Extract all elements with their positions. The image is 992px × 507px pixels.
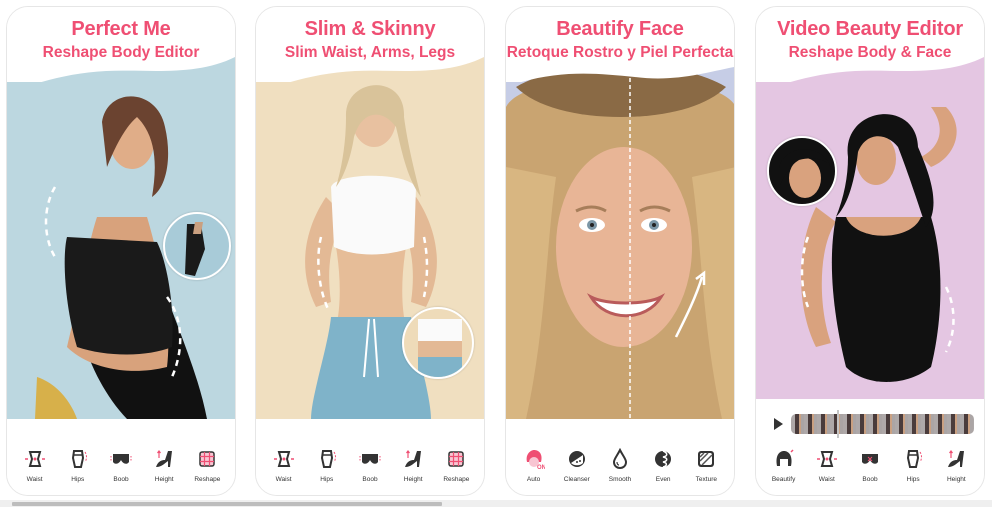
tool-label: Boob bbox=[113, 476, 129, 483]
card-header: Perfect Me Reshape Body Editor bbox=[7, 7, 235, 77]
reshape-grid-icon bbox=[196, 448, 218, 470]
waist-icon bbox=[24, 448, 46, 470]
card-title: Video Beauty Editor bbox=[777, 18, 963, 40]
screenshot-gallery: Perfect Me Reshape Body Editor Waist Hip… bbox=[0, 0, 992, 500]
card-header: Beautify Face Retoque Rostro y Piel Perf… bbox=[506, 7, 734, 77]
tool-height[interactable]: Height bbox=[143, 448, 185, 483]
beautify-face-icon bbox=[773, 448, 795, 470]
scrollbar-thumb[interactable] bbox=[12, 502, 442, 506]
tool-label: Hips bbox=[320, 476, 334, 483]
tool-label: Hips bbox=[906, 476, 920, 483]
tool-label: Texture bbox=[695, 476, 717, 483]
tool-label: Beautify bbox=[771, 476, 796, 483]
even-tone-icon bbox=[652, 448, 674, 470]
tool-label: Even bbox=[655, 476, 671, 483]
boob-icon bbox=[859, 448, 881, 470]
card-title: Perfect Me bbox=[71, 18, 171, 40]
tool-smooth[interactable]: Smooth bbox=[599, 448, 641, 483]
tool-label: Height bbox=[154, 476, 174, 483]
tool-boob[interactable]: Boob bbox=[349, 448, 391, 483]
hips-icon bbox=[902, 448, 924, 470]
before-after-inset bbox=[163, 212, 231, 280]
tool-bar: Waist Hips Boob Height Reshape bbox=[256, 419, 484, 495]
hips-icon bbox=[67, 448, 89, 470]
video-timeline[interactable] bbox=[774, 410, 974, 438]
tool-label: Boob bbox=[862, 476, 878, 483]
tool-label: Reshape bbox=[194, 476, 221, 483]
tool-boob[interactable]: Boob bbox=[100, 448, 142, 483]
tool-hips[interactable]: Hips bbox=[892, 448, 934, 483]
tool-bar: Waist Hips Boob Height Reshape bbox=[7, 419, 235, 495]
card-subtitle: Slim Waist, Arms, Legs bbox=[284, 44, 456, 61]
boob-icon bbox=[359, 448, 381, 470]
tool-label: Waist bbox=[26, 476, 43, 483]
card-subtitle: Retoque Rostro y Piel Perfecta bbox=[506, 44, 734, 61]
height-heel-icon bbox=[945, 448, 967, 470]
tool-label: Cleanser bbox=[563, 476, 590, 483]
card-title: Beautify Face bbox=[556, 18, 684, 40]
boob-icon bbox=[110, 448, 132, 470]
tool-label: Height bbox=[946, 476, 966, 483]
tool-label: Hips bbox=[71, 476, 85, 483]
card-subtitle: Reshape Body & Face bbox=[788, 44, 952, 61]
video-frame-strip[interactable] bbox=[791, 410, 974, 438]
svg-text:ON: ON bbox=[537, 465, 545, 470]
tool-beautify[interactable]: Beautify bbox=[763, 448, 805, 483]
tool-reshape[interactable]: Reshape bbox=[435, 448, 477, 483]
tool-cleanser[interactable]: Cleanser bbox=[556, 448, 598, 483]
tool-texture[interactable]: Texture bbox=[685, 448, 727, 483]
tool-height[interactable]: Height bbox=[935, 448, 977, 483]
tool-reshape[interactable]: Reshape bbox=[186, 448, 228, 483]
auto-beauty-icon: ON bbox=[523, 448, 545, 470]
beautify-face-inset bbox=[767, 136, 837, 206]
screenshot-card-slim-skinny[interactable]: Slim & Skinny Slim Waist, Arms, Legs Wai… bbox=[255, 6, 485, 496]
before-after-inset bbox=[402, 307, 474, 379]
horizontal-scrollbar[interactable] bbox=[0, 500, 992, 507]
smooth-drop-icon bbox=[609, 448, 631, 470]
tool-waist[interactable]: Waist bbox=[14, 448, 56, 483]
card-subtitle: Reshape Body Editor bbox=[42, 44, 200, 61]
hips-icon bbox=[316, 448, 338, 470]
tool-waist[interactable]: Waist bbox=[806, 448, 848, 483]
height-heel-icon bbox=[153, 448, 175, 470]
screenshot-card-video-beauty-editor[interactable]: Video Beauty Editor Reshape Body & Face bbox=[755, 6, 985, 496]
tool-hips[interactable]: Hips bbox=[57, 448, 99, 483]
waist-icon bbox=[816, 448, 838, 470]
tool-label: Reshape bbox=[443, 476, 470, 483]
tool-auto[interactable]: ON Auto bbox=[513, 448, 555, 483]
tool-even[interactable]: Even bbox=[642, 448, 684, 483]
tool-label: Waist bbox=[818, 476, 835, 483]
timeline-playhead[interactable] bbox=[837, 410, 839, 438]
tool-label: Height bbox=[403, 476, 423, 483]
cleanser-icon bbox=[566, 448, 588, 470]
tool-waist[interactable]: Waist bbox=[263, 448, 305, 483]
card-title: Slim & Skinny bbox=[304, 18, 436, 40]
promo-photo-video bbox=[756, 47, 984, 399]
video-tool-bar: Beautify Waist Boob Hips Height bbox=[756, 399, 984, 495]
card-header: Slim & Skinny Slim Waist, Arms, Legs bbox=[256, 7, 484, 77]
tool-label: Boob bbox=[362, 476, 378, 483]
card-header: Video Beauty Editor Reshape Body & Face bbox=[756, 7, 984, 77]
tool-height[interactable]: Height bbox=[392, 448, 434, 483]
waist-icon bbox=[273, 448, 295, 470]
tool-hips[interactable]: Hips bbox=[306, 448, 348, 483]
tool-label: Waist bbox=[275, 476, 292, 483]
height-heel-icon bbox=[402, 448, 424, 470]
tool-boob[interactable]: Boob bbox=[849, 448, 891, 483]
tool-label: Auto bbox=[526, 476, 541, 483]
texture-icon bbox=[695, 448, 717, 470]
tool-bar: ON Auto Cleanser Smooth Even Textu bbox=[506, 419, 734, 495]
play-icon[interactable] bbox=[774, 418, 783, 430]
promo-photo-face bbox=[506, 47, 734, 419]
tool-label: Smooth bbox=[608, 476, 632, 483]
reshape-grid-icon bbox=[445, 448, 467, 470]
screenshot-card-beautify-face[interactable]: Beautify Face Retoque Rostro y Piel Perf… bbox=[505, 6, 735, 496]
screenshot-card-perfect-me[interactable]: Perfect Me Reshape Body Editor Waist Hip… bbox=[6, 6, 236, 496]
